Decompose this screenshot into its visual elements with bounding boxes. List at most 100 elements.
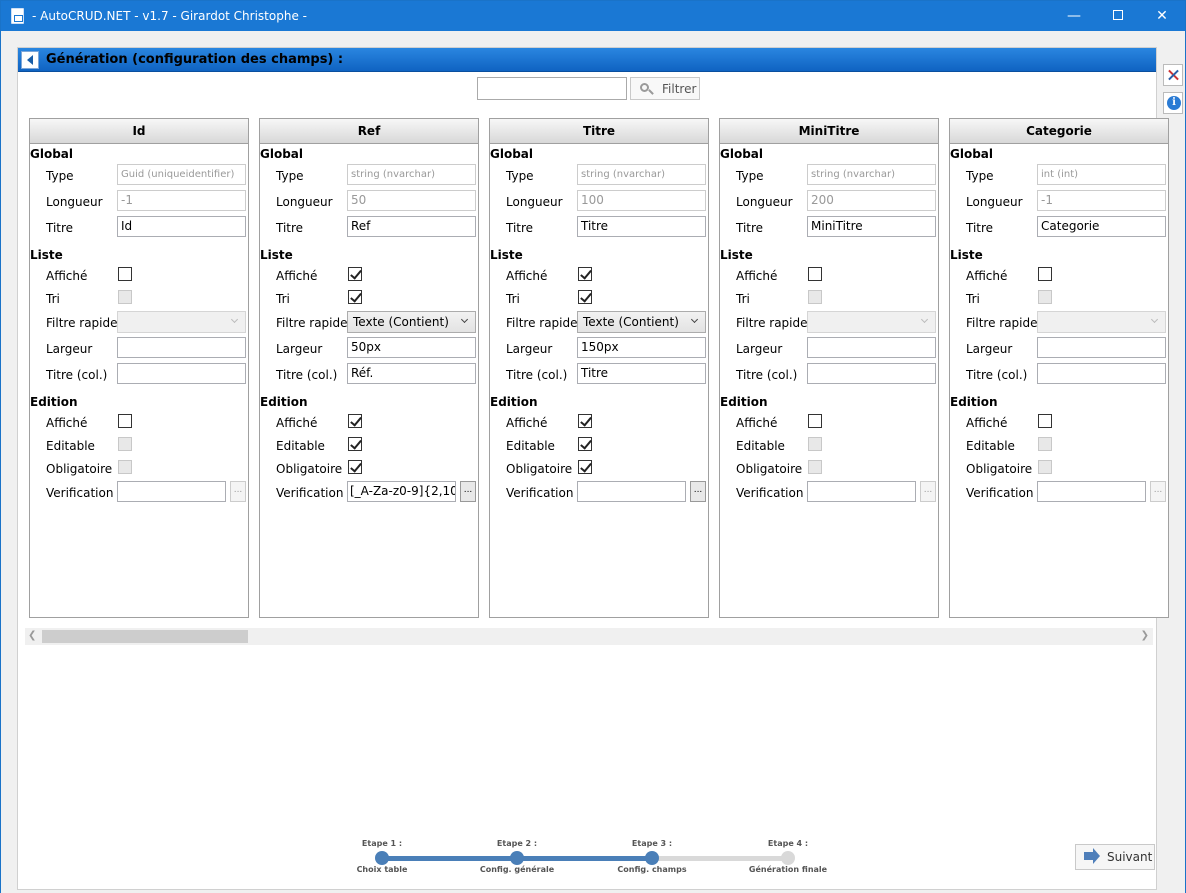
type-field[interactable]: string (nvarchar) <box>577 164 706 185</box>
verification-browse-button[interactable]: ... <box>460 481 476 502</box>
liste-affiche-checkbox[interactable] <box>1038 267 1052 281</box>
edition-affiche-checkbox[interactable] <box>808 414 822 428</box>
verification-field[interactable] <box>117 481 226 502</box>
horizontal-scrollbar[interactable]: ❮ ❯ <box>25 628 1153 645</box>
column-header: Titre <box>490 119 708 144</box>
type-field[interactable]: string (nvarchar) <box>347 164 476 185</box>
tri-checkbox[interactable] <box>118 290 132 304</box>
filtre-rapide-dropdown[interactable] <box>117 311 246 333</box>
filtre-rapide-dropdown[interactable] <box>1037 311 1166 333</box>
editable-checkbox[interactable] <box>1038 437 1052 451</box>
scroll-left-icon[interactable]: ❮ <box>28 630 36 641</box>
back-button[interactable] <box>21 51 39 69</box>
obligatoire-checkbox[interactable] <box>578 460 592 474</box>
section-edition: Edition <box>950 395 998 409</box>
editable-checkbox[interactable] <box>578 437 592 451</box>
step-dot <box>510 851 524 865</box>
largeur-field[interactable] <box>807 337 936 358</box>
filter-input[interactable] <box>477 77 627 100</box>
longueur-label: Longueur <box>506 195 563 209</box>
obligatoire-checkbox[interactable] <box>808 460 822 474</box>
obligatoire-checkbox[interactable] <box>1038 460 1052 474</box>
close-button[interactable]: ✕ <box>1139 1 1185 31</box>
liste-affiche-checkbox[interactable] <box>118 267 132 281</box>
longueur-field[interactable]: -1 <box>1037 190 1166 211</box>
titre-col-field[interactable]: Titre <box>577 363 706 384</box>
largeur-field[interactable] <box>1037 337 1166 358</box>
tri-checkbox[interactable] <box>808 290 822 304</box>
largeur-field[interactable]: 150px <box>577 337 706 358</box>
edition-affiche-checkbox[interactable] <box>1038 414 1052 428</box>
titre-col-label: Titre (col.) <box>736 368 798 382</box>
verification-browse-button[interactable]: ... <box>1150 481 1166 502</box>
largeur-field[interactable]: 50px <box>347 337 476 358</box>
titre-label: Titre <box>46 221 74 235</box>
verification-browse-button[interactable]: ... <box>690 481 706 502</box>
maximize-button[interactable] <box>1095 1 1141 31</box>
liste-affiche-checkbox[interactable] <box>348 267 362 281</box>
titre-field[interactable]: Titre <box>577 216 706 237</box>
editable-label: Editable <box>276 439 325 453</box>
longueur-field[interactable]: -1 <box>117 190 246 211</box>
titre-field[interactable]: Categorie <box>1037 216 1166 237</box>
obligatoire-label: Obligatoire <box>966 462 1033 476</box>
next-button[interactable]: Suivant <box>1075 844 1155 870</box>
tri-checkbox[interactable] <box>1038 290 1052 304</box>
titre-field[interactable]: Id <box>117 216 246 237</box>
filtre-rapide-dropdown[interactable]: Texte (Contient) <box>577 311 706 333</box>
titre-col-field[interactable]: Réf. <box>347 363 476 384</box>
verification-field[interactable] <box>577 481 686 502</box>
tri-checkbox[interactable] <box>348 290 362 304</box>
obligatoire-checkbox[interactable] <box>118 460 132 474</box>
titre-col-field[interactable] <box>117 363 246 384</box>
titre-field[interactable]: MiniTitre <box>807 216 936 237</box>
obligatoire-checkbox[interactable] <box>348 460 362 474</box>
chevron-down-icon <box>460 315 469 324</box>
editable-checkbox[interactable] <box>348 437 362 451</box>
edition-affiche-checkbox[interactable] <box>578 414 592 428</box>
section-global: Global <box>720 147 764 161</box>
scroll-thumb[interactable] <box>42 630 248 643</box>
longueur-field[interactable]: 200 <box>807 190 936 211</box>
tri-checkbox[interactable] <box>578 290 592 304</box>
minimize-button[interactable]: — <box>1051 1 1097 31</box>
stepper-connector <box>652 856 788 861</box>
largeur-field[interactable] <box>117 337 246 358</box>
filtre-rapide-dropdown[interactable] <box>807 311 936 333</box>
section-liste: Liste <box>260 248 293 262</box>
editable-checkbox[interactable] <box>808 437 822 451</box>
verification-label: Verification <box>736 486 804 500</box>
editable-checkbox[interactable] <box>118 437 132 451</box>
type-field[interactable]: int (int) <box>1037 164 1166 185</box>
next-button-label: Suivant <box>1107 850 1153 864</box>
verification-browse-button[interactable]: ... <box>920 481 936 502</box>
verification-field[interactable] <box>807 481 916 502</box>
titre-label: Titre <box>966 221 994 235</box>
titre-field[interactable]: Ref <box>347 216 476 237</box>
liste-affiche-label: Affiché <box>736 269 778 283</box>
scroll-right-icon[interactable]: ❯ <box>1141 630 1149 641</box>
titre-col-field[interactable] <box>807 363 936 384</box>
liste-affiche-checkbox[interactable] <box>578 267 592 281</box>
edition-affiche-checkbox[interactable] <box>348 414 362 428</box>
info-button[interactable]: i <box>1163 92 1183 114</box>
title-bar[interactable]: - AutoCRUD.NET - v1.7 - Girardot Christo… <box>1 1 1185 31</box>
longueur-field[interactable]: 50 <box>347 190 476 211</box>
verification-field[interactable]: [_A-Za-z0-9]{2,10} <box>347 481 456 502</box>
tools-icon[interactable] <box>1163 64 1183 86</box>
longueur-field[interactable]: 100 <box>577 190 706 211</box>
edition-affiche-checkbox[interactable] <box>118 414 132 428</box>
section-liste: Liste <box>30 248 63 262</box>
filtre-rapide-dropdown[interactable]: Texte (Contient) <box>347 311 476 333</box>
type-field[interactable]: string (nvarchar) <box>807 164 936 185</box>
filter-button-label: Filtrer <box>662 82 697 96</box>
section-edition: Edition <box>490 395 538 409</box>
filter-button[interactable]: Filtrer <box>630 77 700 100</box>
verification-browse-button[interactable]: ... <box>230 481 246 502</box>
liste-affiche-checkbox[interactable] <box>808 267 822 281</box>
section-edition: Edition <box>260 395 308 409</box>
edition-affiche-label: Affiché <box>966 416 1008 430</box>
verification-field[interactable] <box>1037 481 1146 502</box>
titre-col-field[interactable] <box>1037 363 1166 384</box>
type-field[interactable]: Guid (uniqueidentifier) <box>117 164 246 185</box>
